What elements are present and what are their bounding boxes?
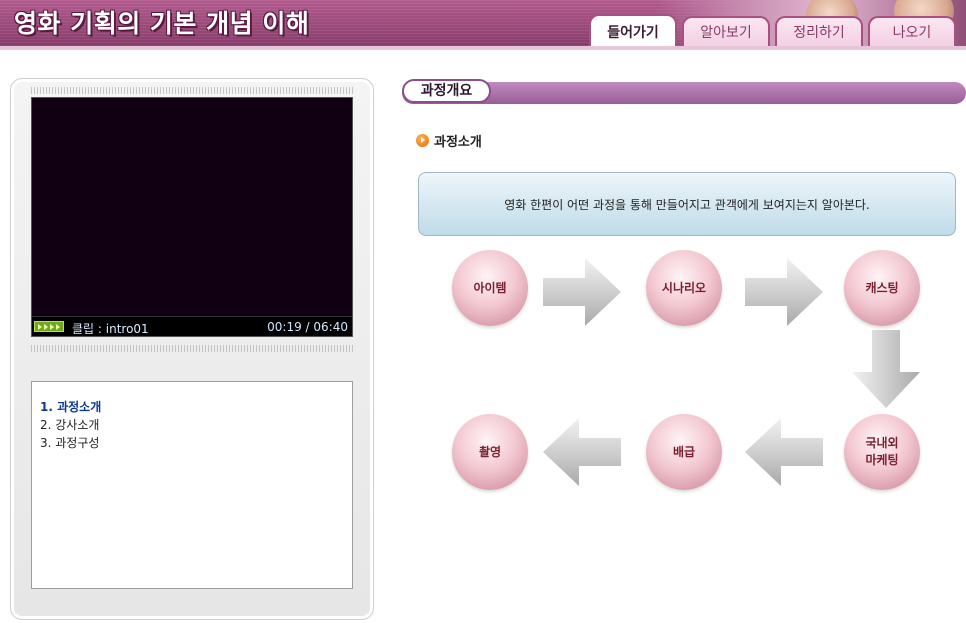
subtitle: 과정소개: [416, 131, 482, 150]
video-status-bar: 클립 : intro01 00:19 / 06:40: [32, 316, 352, 336]
progress-chevrons-icon: [34, 321, 64, 332]
step-scenario: 시나리오: [646, 250, 722, 326]
tab-learn[interactable]: 알아보기: [682, 16, 770, 48]
arrow-right-icon: [543, 258, 621, 326]
playlist-item-instructor-intro[interactable]: 2. 강사소개: [40, 416, 344, 434]
step-item: 아이템: [452, 250, 528, 326]
step-distribution: 배급: [646, 414, 722, 490]
player-panel: 클립 : intro01 00:19 / 06:40 1. 과정소개 2. 강사…: [10, 78, 374, 620]
step-marketing: 국내외 마케팅: [844, 414, 920, 490]
app-title: 영화 기획의 기본 개념 이해: [14, 9, 310, 38]
arrow-left-icon: [745, 418, 823, 486]
tab-exit[interactable]: 나오기: [868, 16, 956, 48]
header-divider: [0, 46, 966, 50]
clip-time: 00:19 / 06:40: [267, 320, 348, 334]
arrow-right-icon: [745, 258, 823, 326]
video-screen[interactable]: [32, 98, 352, 314]
play-bullet-icon: [416, 134, 429, 147]
clip-label: 클립 : intro01: [72, 322, 149, 336]
video-player[interactable]: 클립 : intro01 00:19 / 06:40: [31, 97, 353, 337]
section-badge: 과정개요: [402, 79, 491, 103]
arrow-down-icon: [852, 330, 920, 408]
tab-summary[interactable]: 정리하기: [775, 16, 863, 48]
app-window: 영화 기획의 기본 개념 이해 들어가기 알아보기 정리하기 나오기 클립 : …: [0, 0, 966, 623]
arrow-left-icon: [543, 418, 621, 486]
tab-bar: 들어가기 알아보기 정리하기 나오기: [589, 14, 956, 48]
decor-strip-top: [31, 87, 355, 94]
subtitle-text: 과정소개: [434, 135, 482, 150]
tab-intro[interactable]: 들어가기: [589, 14, 677, 48]
step-filming: 촬영: [452, 414, 528, 490]
playlist: 1. 과정소개 2. 강사소개 3. 과정구성: [31, 381, 353, 589]
intro-box: 영화 한편이 어떤 과정을 통해 만들어지고 관객에게 보여지는지 알아본다.: [418, 172, 956, 236]
decor-strip-bottom: [31, 345, 355, 352]
header-banner: 영화 기획의 기본 개념 이해 들어가기 알아보기 정리하기 나오기: [0, 0, 966, 48]
playlist-item-course-structure[interactable]: 3. 과정구성: [40, 434, 344, 452]
section-header: 과정개요: [402, 79, 966, 105]
step-casting: 캐스팅: [844, 250, 920, 326]
playlist-item-course-intro[interactable]: 1. 과정소개: [40, 398, 344, 416]
